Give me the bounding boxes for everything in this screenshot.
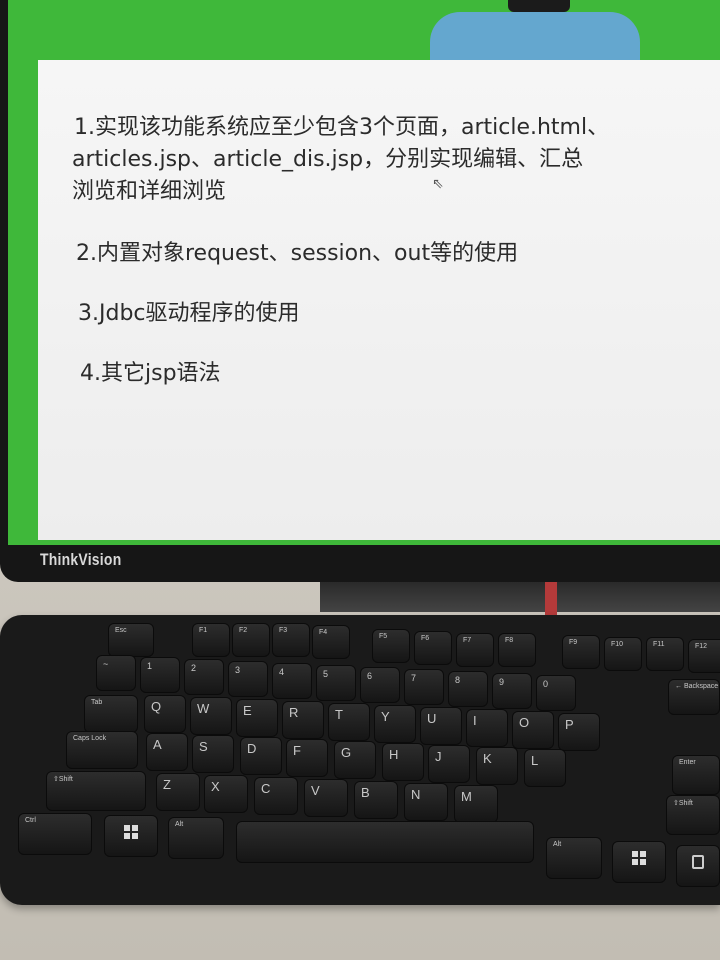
key-g[interactable]: G [334, 741, 376, 779]
key-f[interactable]: F [286, 739, 328, 777]
monitor-stand [320, 582, 720, 612]
monitor: 1.实现该功能系统应至少包含3个页面，article.html、 article… [0, 0, 720, 582]
key-d[interactable]: D [240, 737, 282, 775]
key-4[interactable]: 4 [272, 663, 312, 699]
mouse-cursor-icon: ⇖ [432, 176, 444, 192]
key-f6[interactable]: F6 [414, 631, 452, 665]
slide-item-3: 3.Jdbc驱动程序的使用 [78, 301, 300, 326]
key-q[interactable]: Q [144, 695, 186, 733]
key-windows-left[interactable] [104, 815, 158, 857]
slide-item-1-line-2: articles.jsp、article_dis.jsp，分别实现编辑、汇总 [72, 147, 584, 172]
key-y[interactable]: Y [374, 705, 416, 743]
key-1[interactable]: 1 [140, 657, 180, 693]
windows-icon [124, 825, 138, 839]
slide-item-1-line-1: 1.实现该功能系统应至少包含3个页面，article.html、 [74, 115, 610, 140]
key-c[interactable]: C [254, 777, 298, 815]
key-alt-left[interactable]: Alt [168, 817, 224, 859]
key-l[interactable]: L [524, 749, 566, 787]
key-shift-left[interactable]: ⇧Shift [46, 771, 146, 811]
key-8[interactable]: 8 [448, 671, 488, 707]
monitor-screen: 1.实现该功能系统应至少包含3个页面，article.html、 article… [8, 0, 720, 545]
key-menu[interactable] [676, 845, 720, 887]
monitor-brand-logo: ThinkVision [40, 550, 122, 569]
key-j[interactable]: J [428, 745, 470, 783]
key-v[interactable]: V [304, 779, 348, 817]
key-f1[interactable]: F1 [192, 623, 230, 657]
key-2[interactable]: 2 [184, 659, 224, 695]
slide-item-1-line-3: 浏览和详细浏览 [72, 179, 227, 204]
key-h[interactable]: H [382, 743, 424, 781]
key-b[interactable]: B [354, 781, 398, 819]
key-f3[interactable]: F3 [272, 623, 310, 657]
key-5[interactable]: 5 [316, 665, 356, 701]
key-tab[interactable]: Tab [84, 695, 138, 733]
key-f10[interactable]: F10 [604, 637, 642, 671]
key-backspace[interactable]: ← Backspace [668, 679, 720, 715]
key-caps-lock[interactable]: Caps Lock [66, 731, 138, 769]
key-6[interactable]: 6 [360, 667, 400, 703]
key-f4[interactable]: F4 [312, 625, 350, 659]
key-t[interactable]: T [328, 703, 370, 741]
key-a[interactable]: A [146, 733, 188, 771]
key-f5[interactable]: F5 [372, 629, 410, 663]
menu-icon [692, 855, 704, 869]
key-tilde[interactable]: ~ [96, 655, 136, 691]
key-n[interactable]: N [404, 783, 448, 821]
windows-icon [632, 851, 646, 865]
key-enter[interactable]: Enter [672, 755, 720, 795]
key-e[interactable]: E [236, 699, 278, 737]
key-u[interactable]: U [420, 707, 462, 745]
key-9[interactable]: 9 [492, 673, 532, 709]
key-esc[interactable]: Esc [108, 623, 154, 657]
key-k[interactable]: K [476, 747, 518, 785]
key-w[interactable]: W [190, 697, 232, 735]
keyboard: Esc F1 F2 F3 F4 F5 F6 F7 F8 F9 F10 F11 F… [0, 615, 720, 905]
key-0[interactable]: 0 [536, 675, 576, 711]
key-z[interactable]: Z [156, 773, 200, 811]
key-s[interactable]: S [192, 735, 234, 773]
key-f11[interactable]: F11 [646, 637, 684, 671]
key-p[interactable]: P [558, 713, 600, 751]
key-f7[interactable]: F7 [456, 633, 494, 667]
key-f9[interactable]: F9 [562, 635, 600, 669]
key-m[interactable]: M [454, 785, 498, 823]
key-alt-right[interactable]: Alt [546, 837, 602, 879]
key-ctrl[interactable]: Ctrl [18, 813, 92, 855]
key-shift-right[interactable]: ⇧Shift [666, 795, 720, 835]
webcam-notch [508, 0, 570, 12]
key-f12[interactable]: F12 [688, 639, 720, 673]
key-windows-right[interactable] [612, 841, 666, 883]
key-r[interactable]: R [282, 701, 324, 739]
slide-item-2: 2.内置对象request、session、out等的使用 [76, 241, 519, 266]
key-7[interactable]: 7 [404, 669, 444, 705]
key-3[interactable]: 3 [228, 661, 268, 697]
key-f2[interactable]: F2 [232, 623, 270, 657]
key-i[interactable]: I [466, 709, 508, 747]
key-x[interactable]: X [204, 775, 248, 813]
key-f8[interactable]: F8 [498, 633, 536, 667]
key-space[interactable] [236, 821, 534, 863]
key-o[interactable]: O [512, 711, 554, 749]
slide-item-4: 4.其它jsp语法 [80, 361, 221, 386]
